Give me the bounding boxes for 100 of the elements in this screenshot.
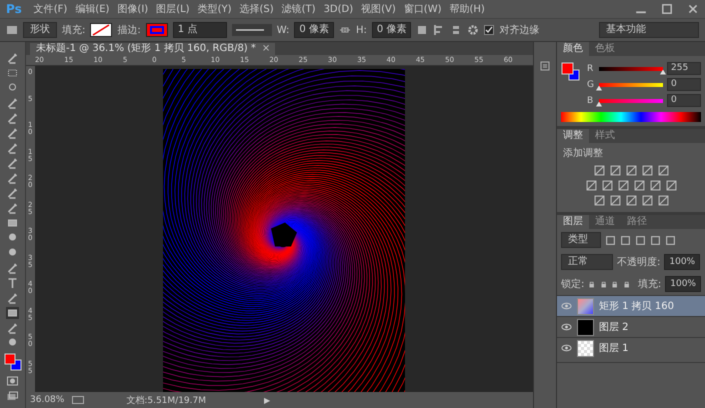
panel-tab[interactable]: 色板	[589, 42, 621, 56]
height-label: H:	[356, 24, 367, 36]
marquee-icon[interactable]	[6, 67, 19, 79]
brush-icon[interactable]	[6, 97, 19, 109]
filter-dropdown[interactable]: 类型	[561, 232, 601, 248]
filter-icon[interactable]	[635, 234, 646, 246]
layer-thumbnail	[577, 318, 594, 336]
width-field[interactable]: 0 像素	[294, 22, 334, 38]
stroke-style-icon[interactable]	[232, 24, 272, 36]
adjustment-icon[interactable]	[658, 195, 668, 206]
adjustment-icon[interactable]	[602, 180, 612, 191]
layer-row[interactable]: 图层 1	[557, 337, 705, 358]
fill-field[interactable]: 100%	[665, 276, 701, 292]
filter-icon[interactable]	[650, 234, 661, 246]
adjustment-icon[interactable]	[642, 165, 652, 176]
menu-item[interactable]: 选择(S)	[239, 2, 274, 16]
adjustment-icon[interactable]	[626, 195, 636, 206]
status-icon	[72, 396, 84, 404]
eye-icon[interactable]	[561, 344, 572, 352]
document-tab[interactable]: 未标题-1 @ 36.1% (矩形 1 拷贝 160, RGB/8) *	[30, 43, 262, 55]
lock-label: 锁定:	[561, 278, 584, 291]
close-icon[interactable]	[687, 3, 699, 15]
eye-icon[interactable]	[561, 323, 572, 331]
workspace-dropdown[interactable]: 基本功能	[599, 22, 699, 38]
opacity-label: 不透明度:	[617, 256, 660, 269]
menu-item[interactable]: 视图(V)	[361, 2, 396, 16]
blend-mode-dropdown[interactable]: 正常	[561, 254, 613, 270]
slider-thumb[interactable]	[596, 86, 602, 90]
menu-item[interactable]: 3D(D)	[324, 4, 354, 14]
brush-icon[interactable]	[6, 157, 19, 169]
menu-item[interactable]: 图层(L)	[156, 2, 190, 16]
fill-label: 填充:	[62, 24, 86, 37]
menu-item[interactable]: 帮助(H)	[450, 2, 485, 16]
brush-icon[interactable]	[6, 187, 19, 199]
close-tab-icon[interactable]: ×	[262, 43, 276, 55]
height-field[interactable]: 0 像素	[372, 22, 412, 38]
layer-row[interactable]: 矩形 1 拷贝 160	[557, 295, 705, 316]
maximize-icon[interactable]	[661, 3, 673, 15]
menu-item[interactable]: 文件(F)	[34, 2, 68, 16]
adjustment-icon[interactable]	[594, 165, 604, 176]
layer-name: 图层 2	[599, 321, 629, 334]
channel-label: R	[587, 64, 594, 74]
panel-tab[interactable]: 通道	[589, 215, 621, 229]
stroke-label: 描边:	[117, 24, 141, 37]
width-label: W:	[276, 24, 290, 36]
panel-tab[interactable]: 样式	[589, 129, 621, 143]
panel-tab[interactable]: 颜色	[557, 42, 589, 56]
panel-tab[interactable]: 路径	[621, 215, 653, 229]
menu-item[interactable]: 类型(Y)	[198, 2, 232, 16]
slider-thumb[interactable]	[660, 70, 666, 74]
gear-icon[interactable]	[467, 24, 480, 36]
adjustment-icon[interactable]	[666, 180, 676, 191]
quick-mask-icon[interactable]	[6, 375, 19, 387]
menu-item[interactable]: 滤镜(T)	[282, 2, 316, 16]
history-icon[interactable]	[539, 60, 551, 72]
color-swatches-icon[interactable]	[561, 62, 581, 82]
channel-value-field[interactable]: 0	[667, 78, 701, 91]
layer-name: 矩形 1 拷贝 160	[599, 300, 674, 313]
rectangle-tool-icon[interactable]	[6, 24, 18, 36]
screen-mode-icon[interactable]	[6, 390, 19, 402]
filter-icon[interactable]	[665, 234, 676, 246]
adjustment-icon[interactable]	[594, 195, 604, 206]
layer-row[interactable]: 图层 2	[557, 316, 705, 337]
panel-tab[interactable]: 图层	[557, 215, 589, 229]
adjustment-icon[interactable]	[610, 165, 620, 176]
adjustment-icon[interactable]	[610, 195, 620, 206]
fill-swatch-icon[interactable]	[90, 23, 112, 37]
channel-value-field[interactable]: 255	[667, 62, 701, 75]
layer-name: 图层 1	[599, 342, 629, 355]
adjustment-icon[interactable]	[634, 180, 644, 191]
slider-thumb[interactable]	[596, 102, 602, 106]
adjustment-icon[interactable]	[618, 180, 628, 191]
stroke-width-field[interactable]: 1 点	[172, 22, 227, 38]
adjustment-icon[interactable]	[650, 180, 660, 191]
menu-item[interactable]: 窗口(W)	[404, 2, 442, 16]
rect-icon[interactable]	[6, 307, 19, 319]
menu-item[interactable]: 图像(I)	[117, 2, 148, 16]
channel-label: G	[587, 80, 595, 90]
status-menu-arrow[interactable]: ▶	[264, 396, 270, 404]
align-edges-checkbox[interactable]	[484, 25, 494, 35]
panel-heading: 添加调整	[562, 146, 604, 161]
adjustment-icon[interactable]	[658, 165, 668, 176]
adjustment-icon[interactable]	[586, 180, 596, 191]
filter-icon[interactable]	[620, 234, 631, 246]
type-icon[interactable]	[6, 277, 19, 289]
color-swatches-icon[interactable]	[2, 352, 22, 372]
shape-mode-dropdown[interactable]: 形状	[23, 22, 57, 38]
eye-icon[interactable]	[561, 302, 572, 310]
adjustment-icon[interactable]	[642, 195, 652, 206]
layer-thumbnail	[577, 298, 594, 314]
adjustment-icon[interactable]	[626, 165, 636, 176]
panel-tab[interactable]: 调整	[557, 129, 589, 143]
app-logo: Ps	[6, 2, 22, 16]
opacity-field[interactable]: 100%	[664, 254, 700, 270]
color-spectrum[interactable]	[561, 112, 701, 122]
stroke-swatch-icon[interactable]	[146, 23, 168, 37]
path-operations-icon[interactable]	[416, 24, 428, 36]
channel-value-field[interactable]: 0	[667, 94, 701, 107]
menu-item[interactable]: 编辑(E)	[75, 2, 110, 16]
filter-icon[interactable]	[605, 234, 616, 246]
